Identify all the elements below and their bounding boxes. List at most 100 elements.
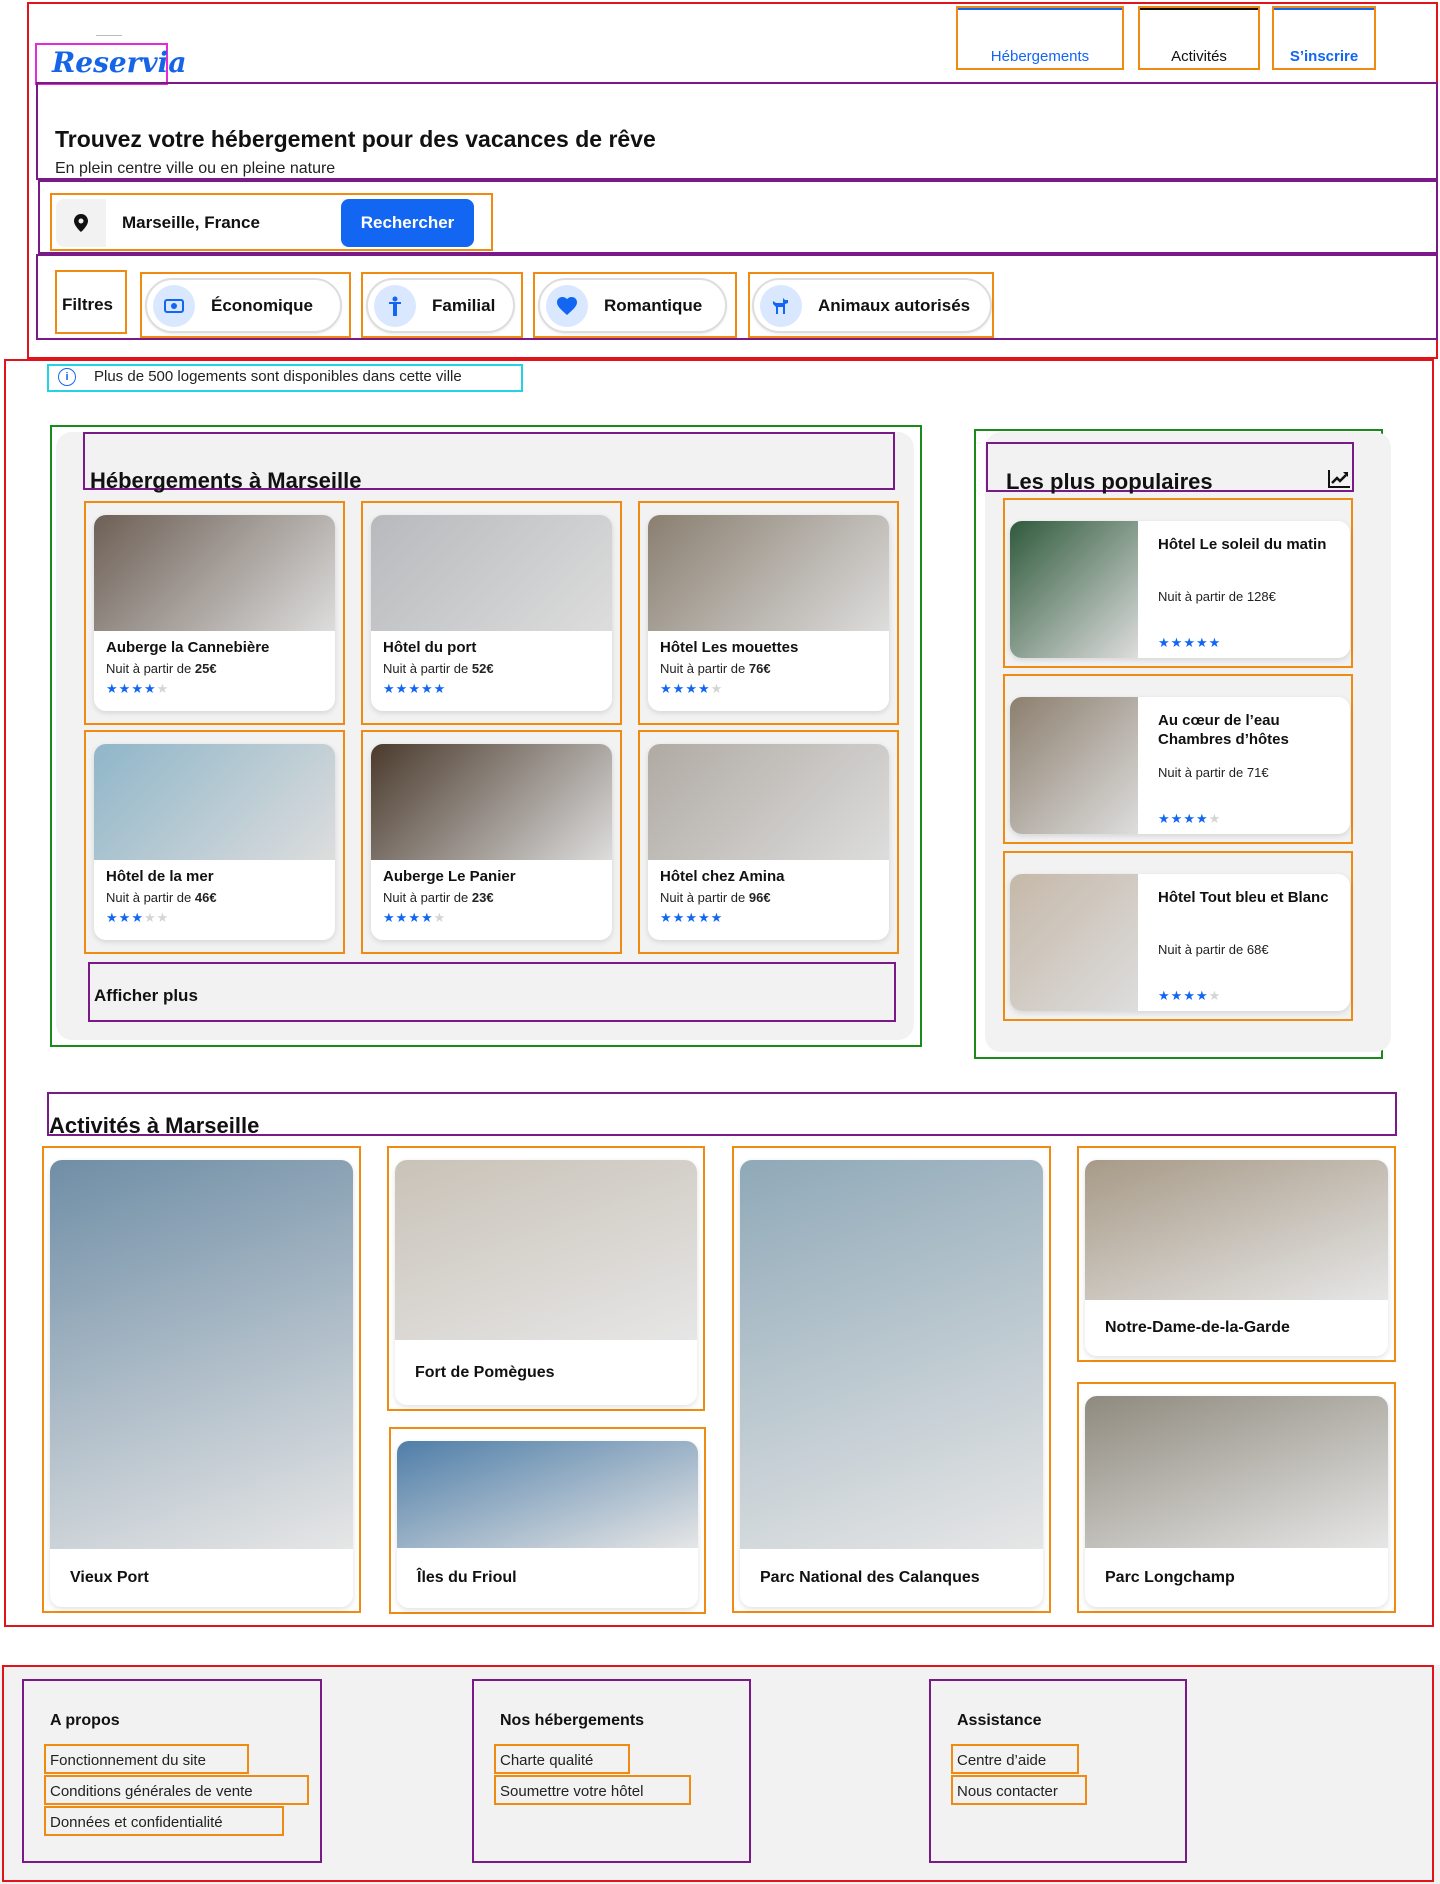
- footer-link[interactable]: Données et confidentialité: [50, 1814, 223, 1831]
- activity-card[interactable]: Fort de Pomègues: [395, 1160, 697, 1405]
- lodging-name: Auberge la Cannebière: [106, 639, 270, 656]
- activity-card[interactable]: Vieux Port: [50, 1160, 353, 1607]
- activity-name: Îles du Frioul: [417, 1569, 517, 1586]
- search-input[interactable]: Marseille, France: [122, 213, 260, 233]
- footer-link[interactable]: Conditions générales de vente: [50, 1783, 253, 1800]
- lodging-price-prefix: Nuit à partir de: [383, 890, 472, 905]
- lodging-price: Nuit à partir de 46€: [106, 890, 217, 905]
- star-icon: ★: [1183, 988, 1196, 1003]
- star-icon: ★: [697, 910, 711, 925]
- star-icon: ★: [420, 681, 434, 696]
- palace-colonnade-photo: [1085, 1396, 1388, 1548]
- lodging-price-value: 23€: [471, 890, 494, 905]
- popular-rating: ★★★★★: [1158, 988, 1221, 1004]
- nav-hebergements[interactable]: Hébergements: [958, 48, 1122, 65]
- star-icon: ★: [106, 681, 119, 696]
- activity-card[interactable]: Îles du Frioul: [397, 1441, 698, 1608]
- page-subtitle: En plein centre ville ou en pleine natur…: [55, 160, 336, 177]
- footer-link[interactable]: Nous contacter: [957, 1783, 1058, 1800]
- star-icon: ★: [433, 681, 447, 696]
- footer-link[interactable]: Charte qualité: [500, 1752, 593, 1769]
- white-room-photo: [371, 515, 612, 631]
- nav-signup-indicator: [1274, 8, 1374, 10]
- lodging-card[interactable]: Auberge Le Panier Nuit à partir de 23€ ★★★…: [371, 744, 612, 940]
- lodging-card[interactable]: Hôtel Les mouettes Nuit à partir de 76€ ★★…: [648, 515, 889, 711]
- money-icon: [153, 284, 195, 327]
- lodging-rating: ★★★★★: [383, 910, 446, 926]
- star-icon: ★: [660, 910, 673, 925]
- footer-link[interactable]: Fonctionnement du site: [50, 1752, 206, 1769]
- star-icon: ★: [1183, 635, 1196, 650]
- filter-romantique-label: Romantique: [604, 295, 703, 315]
- lodging-price: Nuit à partir de 23€: [383, 890, 494, 905]
- popular-card[interactable]: Hôtel Tout bleu et Blanc Nuit à partir de…: [1010, 874, 1350, 1011]
- lodging-rating: ★★★★★: [106, 910, 169, 926]
- calanques-cliffs-photo: [740, 1160, 1043, 1549]
- activity-name: Vieux Port: [70, 1569, 149, 1586]
- nav-activites-indicator: [1140, 8, 1258, 10]
- header-divider: [96, 35, 122, 36]
- lodging-price: Nuit à partir de 96€: [660, 890, 771, 905]
- footer-column-title: Assistance: [957, 1712, 1042, 1729]
- lodging-name: Hôtel de la mer: [106, 868, 214, 885]
- show-more-button[interactable]: Afficher plus: [94, 986, 198, 1006]
- activity-name: Parc Longchamp: [1105, 1568, 1235, 1586]
- star-icon: ★: [672, 910, 686, 925]
- nav-signup[interactable]: S’inscrire: [1274, 48, 1374, 65]
- activity-card[interactable]: Parc National des Calanques: [740, 1160, 1043, 1607]
- info-text: Plus de 500 logements sont disponibles d…: [94, 368, 462, 385]
- lodging-card[interactable]: Hôtel du port Nuit à partir de 52€ ★★★★★: [371, 515, 612, 711]
- lodging-card[interactable]: Auberge la Cannebière Nuit à partir de 25…: [94, 515, 335, 711]
- popular-card[interactable]: Au cœur de l’eau Chambres d’hôtes Nuit à …: [1010, 697, 1350, 834]
- lodging-name: Hôtel chez Amina: [660, 868, 785, 885]
- harbor-boats-photo: [50, 1160, 353, 1549]
- filter-animaux-label: Animaux autorisés: [818, 295, 971, 315]
- lodging-rating: ★★★★★: [383, 681, 446, 697]
- lodging-card[interactable]: Hôtel chez Amina Nuit à partir de 96€ ★★★★…: [648, 744, 889, 940]
- logo[interactable]: Reservia: [52, 46, 186, 79]
- green-room-photo: [1010, 521, 1138, 658]
- star-icon: ★: [131, 910, 144, 925]
- wooden-bunks-photo: [371, 744, 612, 860]
- lodging-price-prefix: Nuit à partir de: [106, 661, 195, 676]
- lodging-card[interactable]: Hôtel de la mer Nuit à partir de 46€ ★★★★★: [94, 744, 335, 940]
- footer-link[interactable]: Soumettre votre hôtel: [500, 1783, 643, 1800]
- star-icon: ★: [685, 681, 698, 696]
- star-icon: ★: [697, 681, 711, 696]
- island-sea-photo: [397, 1441, 698, 1548]
- star-icon: ★: [1170, 988, 1184, 1003]
- show-more-box: [88, 962, 896, 1022]
- popular-card[interactable]: Hôtel Le soleil du matin Nuit à partir de…: [1010, 521, 1350, 658]
- star-icon: ★: [143, 910, 157, 925]
- lodging-price-prefix: Nuit à partir de: [106, 890, 195, 905]
- bunk-bed-room-photo: [94, 515, 335, 631]
- dog-icon: [760, 284, 802, 327]
- star-icon: ★: [156, 910, 170, 925]
- lodging-price-value: 96€: [748, 890, 771, 905]
- lodging-price-value: 76€: [748, 661, 771, 676]
- star-icon: ★: [1183, 811, 1196, 826]
- nav-activites[interactable]: Activités: [1140, 48, 1258, 65]
- star-icon: ★: [1208, 988, 1222, 1003]
- search-button[interactable]: Rechercher: [341, 199, 474, 247]
- lodging-rating: ★★★★★: [660, 681, 723, 697]
- trending-icon[interactable]: [1327, 468, 1351, 490]
- filter-familial[interactable]: Familial: [366, 278, 515, 333]
- filter-romantique[interactable]: Romantique: [538, 278, 727, 333]
- footer-link[interactable]: Centre d’aide: [957, 1752, 1046, 1769]
- star-icon: ★: [408, 681, 421, 696]
- filter-economique[interactable]: Économique: [145, 278, 342, 333]
- activity-card[interactable]: Parc Longchamp: [1085, 1396, 1388, 1607]
- star-icon: ★: [1170, 811, 1184, 826]
- filters-label: Filtres: [62, 295, 114, 314]
- filter-animaux[interactable]: Animaux autorisés: [752, 278, 992, 333]
- footer-column-title: A propos: [50, 1712, 120, 1729]
- star-icon: ★: [118, 910, 132, 925]
- filter-familial-label: Familial: [432, 295, 496, 315]
- star-icon: ★: [710, 681, 724, 696]
- activity-card[interactable]: Notre-Dame-de-la-Garde: [1085, 1160, 1388, 1356]
- popular-title: Les plus populaires: [1006, 469, 1213, 494]
- basilica-hill-photo: [1085, 1160, 1388, 1300]
- activity-name: Parc National des Calanques: [760, 1569, 980, 1586]
- lodging-price-value: 46€: [194, 890, 217, 905]
